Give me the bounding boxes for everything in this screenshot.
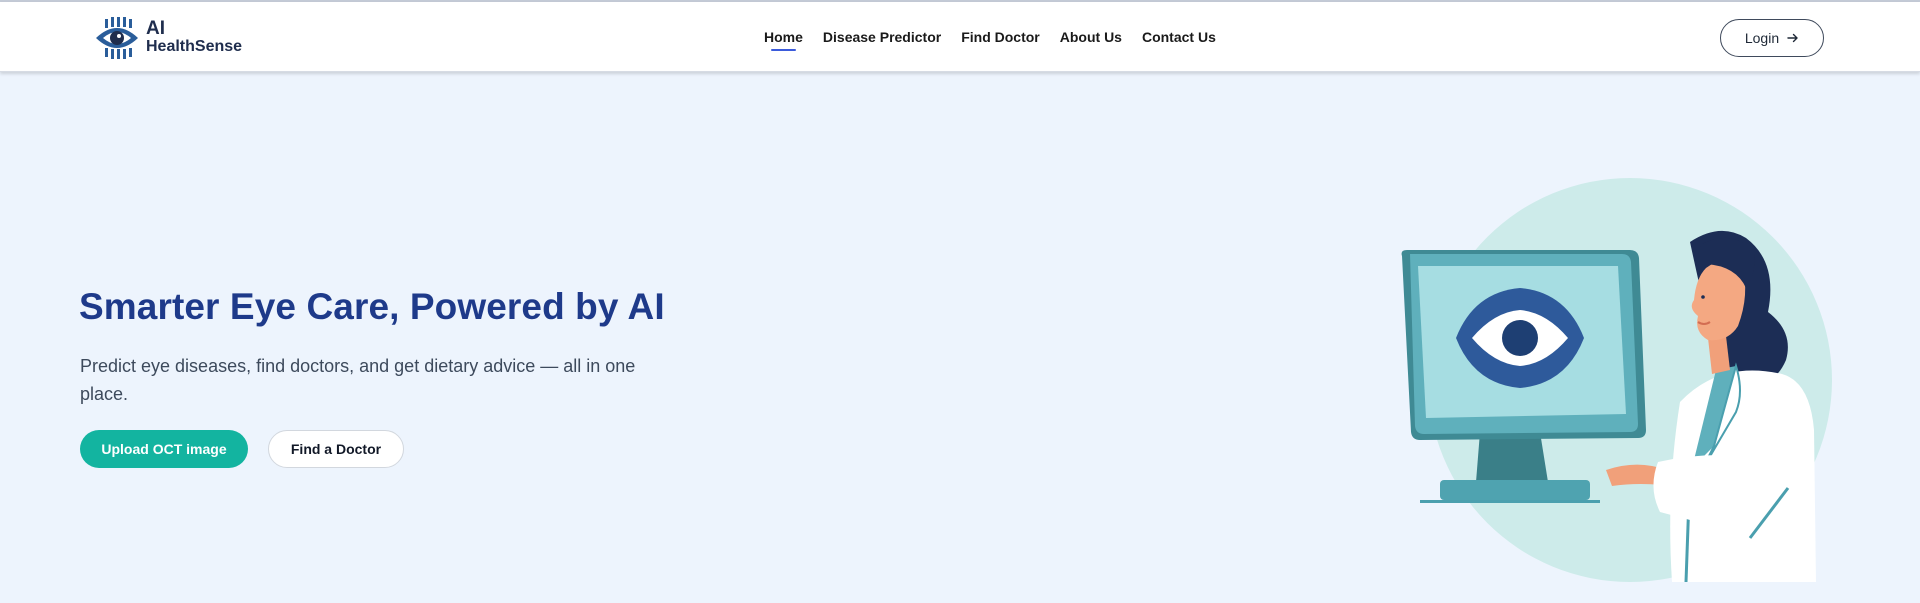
- hero-subtitle: Predict eye diseases, find doctors, and …: [80, 356, 636, 404]
- find-a-doctor-button[interactable]: Find a Doctor: [268, 430, 404, 468]
- desk-edge: [1420, 500, 1600, 503]
- brand-line-ai: AI: [146, 18, 165, 39]
- upload-oct-image-button[interactable]: Upload OCT image: [80, 430, 248, 468]
- brand-logo-link[interactable]: AI HealthSense: [94, 16, 242, 60]
- main-navigation: Home Disease Predictor Find Doctor About…: [764, 2, 1216, 72]
- site-header: AI HealthSense Home Disease Predictor Fi…: [0, 2, 1920, 72]
- doctor-at-computer-illustration: [1401, 178, 1832, 583]
- nav-about-us[interactable]: About Us: [1060, 2, 1122, 72]
- nav-find-doctor[interactable]: Find Doctor: [961, 2, 1040, 72]
- monitor-stand: [1476, 432, 1548, 482]
- nav-contact-us[interactable]: Contact Us: [1142, 2, 1216, 72]
- doctor-eye: [1701, 295, 1705, 299]
- eye-circuit-icon: [96, 17, 138, 59]
- doctor-ear: [1729, 296, 1741, 308]
- login-button[interactable]: Login: [1720, 19, 1824, 57]
- nav-home[interactable]: Home: [764, 2, 803, 72]
- monitor-base: [1440, 480, 1590, 500]
- login-label: Login: [1744, 30, 1780, 46]
- screen-eye-pupil: [1502, 320, 1538, 356]
- brand-line-healthsense: HealthSense: [146, 38, 243, 55]
- nav-disease-predictor[interactable]: Disease Predictor: [823, 2, 941, 72]
- hero-title: Smarter Eye Care, Powered by AI: [79, 286, 665, 327]
- brand-name: AI HealthSense: [146, 18, 243, 56]
- arrow-right-icon: [1787, 33, 1798, 43]
